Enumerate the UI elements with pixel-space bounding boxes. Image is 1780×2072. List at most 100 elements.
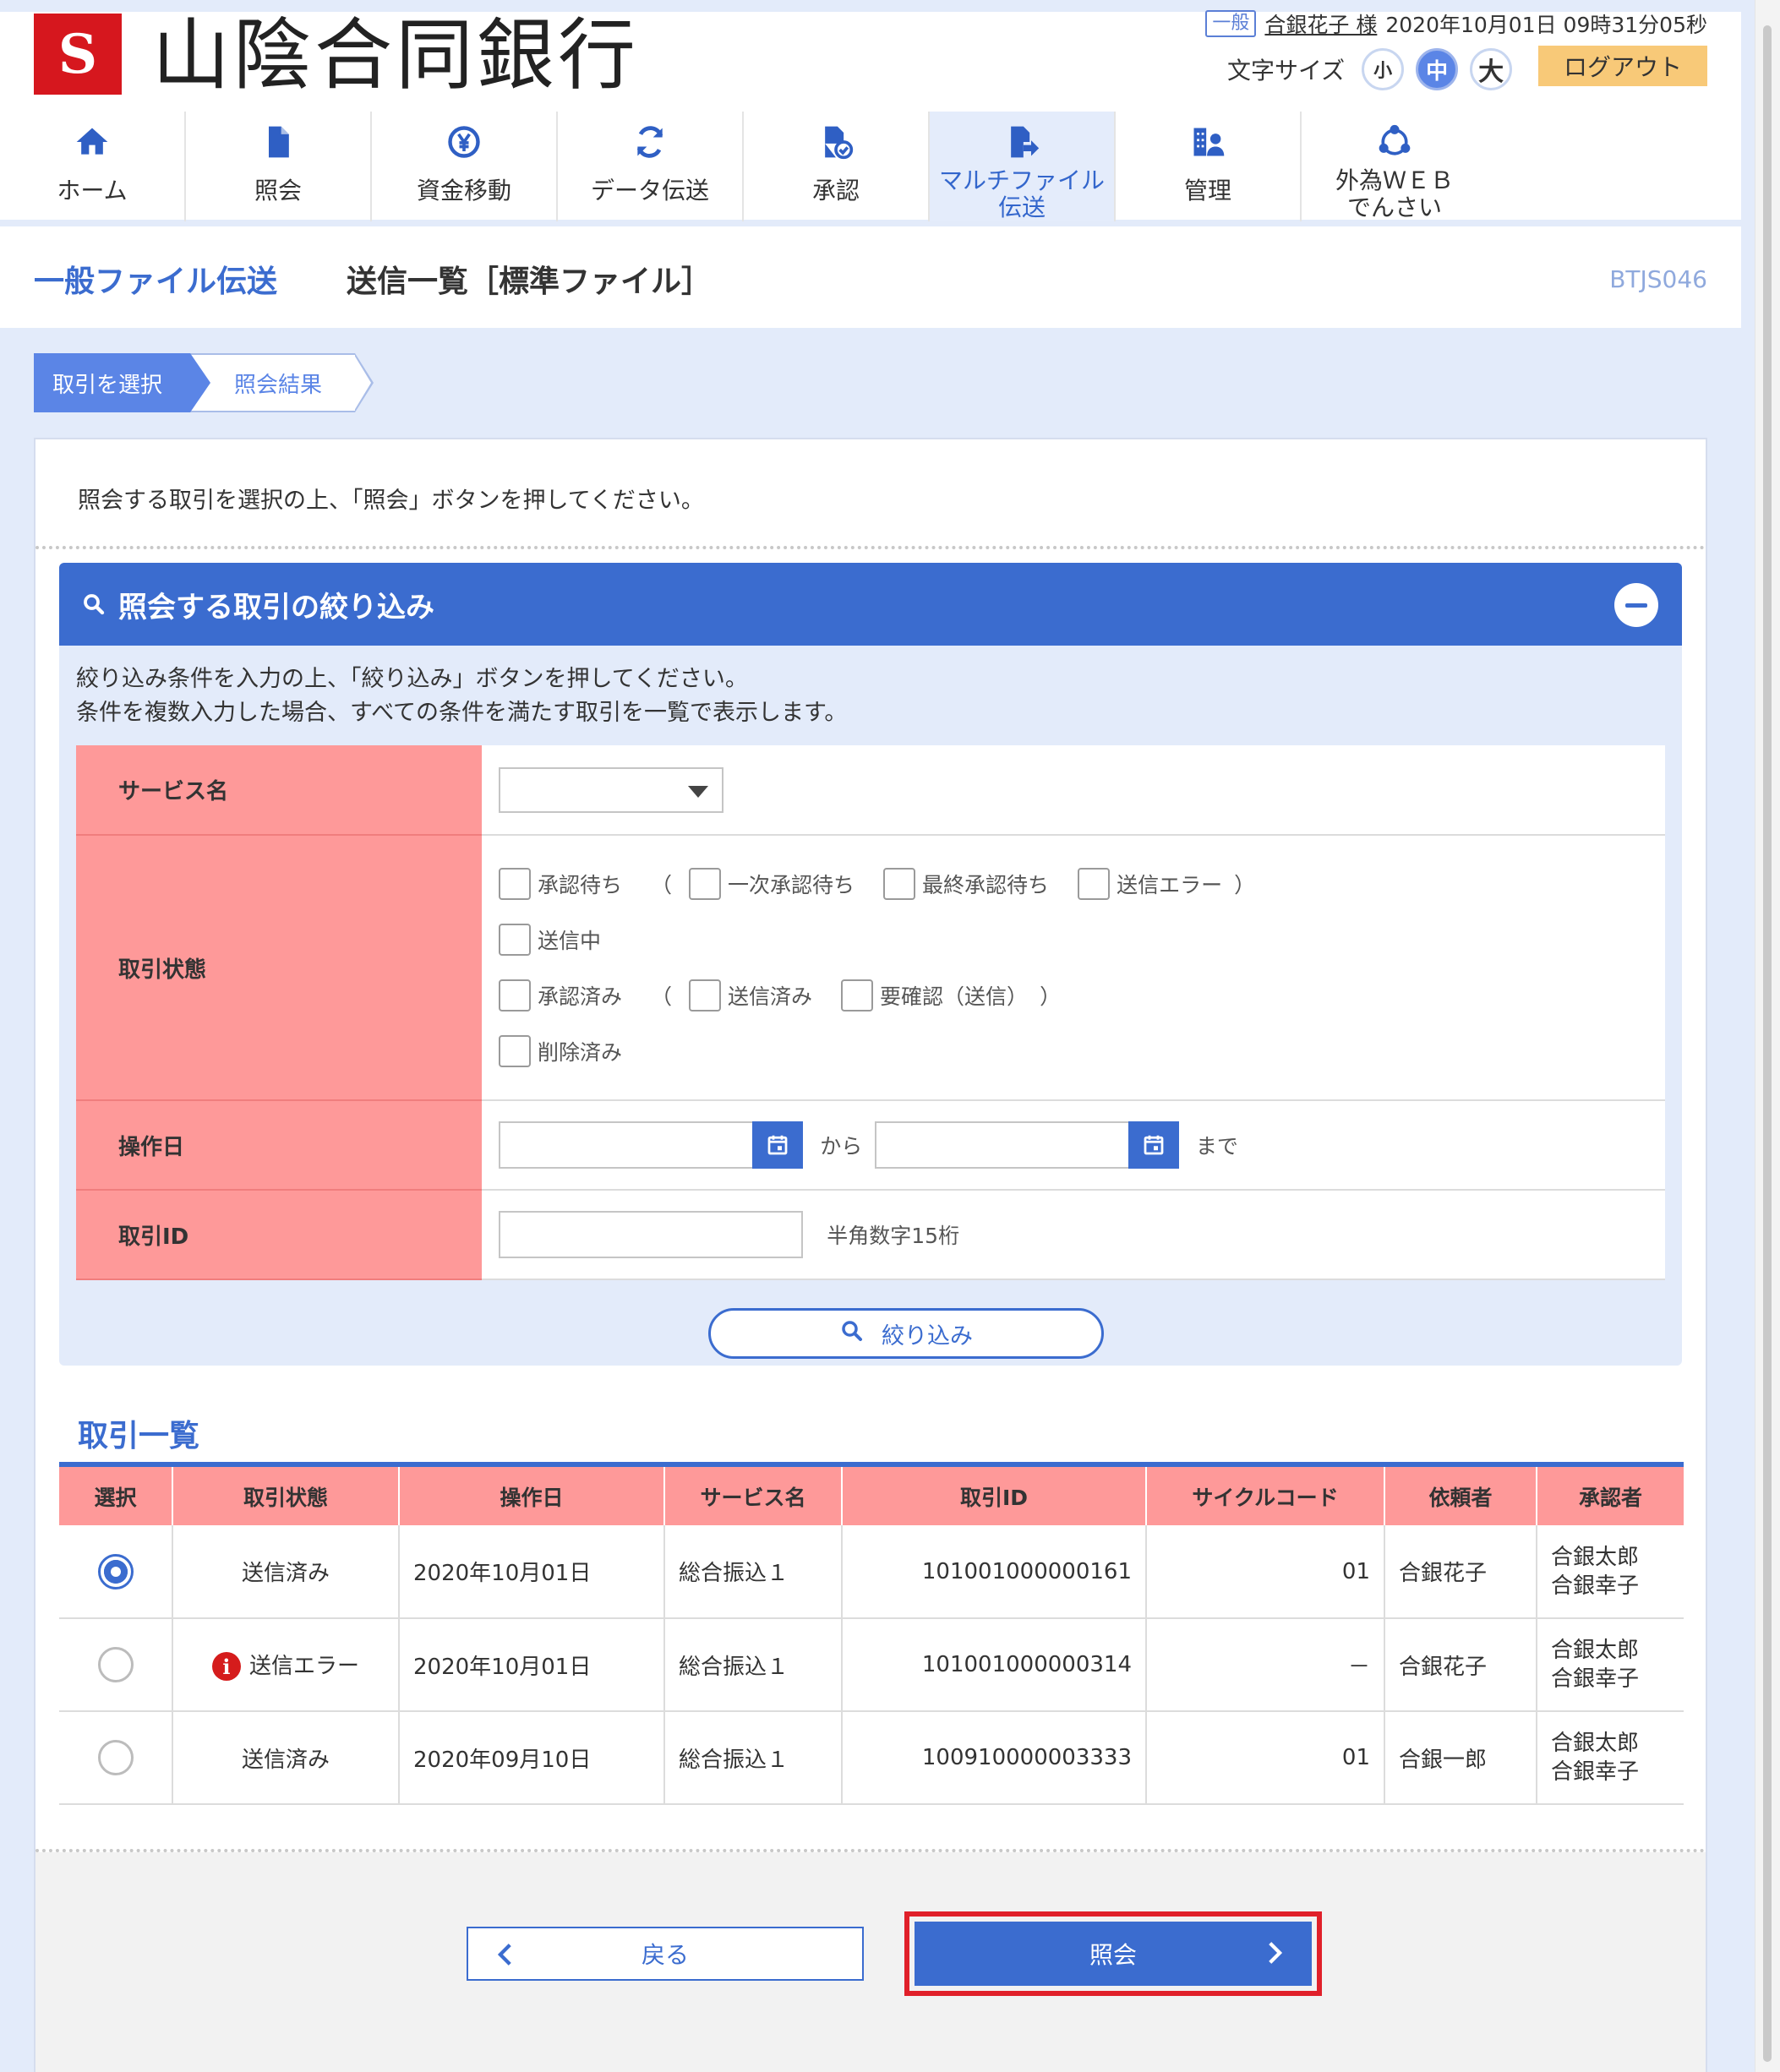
checkbox-sending[interactable]: 送信中 [499,924,601,956]
font-size-small-button[interactable]: 小 [1362,48,1405,90]
filter-button[interactable]: 絞り込み [708,1308,1104,1359]
table-row[interactable]: 送信済み 2020年10月01日 総合振込１ 101001000000161 0… [59,1525,1684,1619]
user-name-link[interactable]: 合銀花子 様 [1264,8,1377,39]
checkbox-send-error[interactable]: 送信エラー [1078,868,1222,900]
approver-name: 合銀太郎 [1551,1731,1640,1756]
checkbox-sent[interactable]: 送信済み [689,979,812,1011]
main-card: 照会する取引を選択の上、「照会」ボタンを押してください。 照会する取引の絞り込み… [34,438,1707,2072]
transaction-list-title: 取引一覧 [78,1419,200,1453]
bank-logo: S [34,14,122,95]
calendar-icon[interactable] [1128,1121,1179,1169]
approver-name: 合銀幸子 [1551,1573,1640,1599]
user-info: 一般 合銀花子 様 2020年10月01日 09時31分05秒 [1205,8,1707,39]
approver-name: 合銀太郎 [1551,1638,1640,1663]
col-requester: 依頼者 [1384,1464,1537,1525]
paren-open: （ [651,984,673,1009]
document-icon [259,123,297,161]
filter-button-label: 絞り込み [882,1322,973,1350]
col-select: 選択 [59,1464,173,1525]
table-row[interactable]: 送信済み 2020年09月10日 総合振込１ 100910000003333 0… [59,1711,1684,1805]
date-to-suffix: まで [1195,1134,1238,1159]
select-cell [59,1711,173,1805]
nav-multi-file-transfer[interactable]: マルチファイル 伝送 [930,112,1116,221]
transaction-id-label: 取引ID [76,1190,482,1280]
font-size-medium-button[interactable]: 中 [1416,48,1459,90]
filter-row-status: 取引状態 承認待ち （ 一次承認待ち 最終承認待ち 送信エラー ） 送信中 承認… [76,835,1665,1101]
screen-code: BTJS046 [1609,265,1707,293]
checkbox-box [499,979,531,1011]
font-size-large-button[interactable]: 大 [1470,48,1513,90]
filter-header[interactable]: 照会する取引の絞り込み [59,563,1682,646]
inquiry-button[interactable]: 照会 [915,1922,1312,1986]
service-label: サービス名 [76,745,482,836]
filter-description: 絞り込み条件を入力の上、「絞り込み」ボタンを押してください。 条件を複数入力した… [76,662,847,730]
date-cell: 2020年09月10日 [399,1711,665,1805]
home-icon [74,123,111,161]
service-cell: 総合振込１ [664,1711,843,1805]
checkbox-final-pending-label: 最終承認待ち [922,873,1050,897]
font-size-switcher: 文字サイズ 小 中 大 [1227,44,1513,95]
date-cell: 2020年10月01日 [399,1618,665,1712]
paren-close: ） [1040,984,1062,1009]
checkbox-approved[interactable]: 承認済み [499,979,622,1011]
status-line-1: 承認待ち （ 一次承認待ち 最終承認待ち 送信エラー ） [499,856,1665,912]
checkbox-box [689,979,722,1011]
transaction-id-cell: 100910000003333 [842,1711,1147,1805]
nav-forex-web-label: 外為ＷＥＢ でんさい [1335,166,1454,221]
chevron-left-icon [492,1940,521,1975]
checkbox-first-pending[interactable]: 一次承認待ち [689,868,855,900]
checkbox-box [499,1035,531,1067]
collapse-button[interactable] [1614,583,1658,627]
nav-data-transmission-label: データ伝送 [590,177,709,204]
approver-name: 合銀幸子 [1551,1759,1640,1785]
checkbox-deleted[interactable]: 削除済み [499,1035,622,1067]
scrollbar-thumb[interactable] [1763,25,1772,2062]
filter-row-date: 操作日 から まで [76,1100,1665,1191]
nav-approval[interactable]: 承認 [744,112,930,221]
checkbox-box [883,868,916,900]
nav-data-transmission[interactable]: データ伝送 [558,112,744,221]
checkbox-deleted-label: 削除済み [538,1040,623,1065]
nav-home[interactable]: ホーム [0,112,186,221]
requester-cell: 合銀花子 [1384,1618,1537,1712]
cycle-code-cell: 01 [1146,1711,1385,1805]
step-inquiry-result: 照会結果 [190,353,374,412]
back-button-label: 戻る [641,1941,689,1969]
transaction-id-input[interactable] [499,1211,803,1258]
nav-approval-label: 承認 [811,177,860,204]
step-select-transaction: 取引を選択 [34,353,210,412]
select-radio[interactable] [97,1647,134,1682]
dotted-divider [35,546,1706,549]
service-select[interactable] [499,766,723,813]
nav-multi-file-transfer-label: マルチファイル 伝送 [938,166,1105,221]
checkbox-final-pending[interactable]: 最終承認待ち [883,868,1049,900]
date-cell: から まで [482,1100,1665,1191]
service-cell: 総合振込１ [664,1618,843,1712]
select-cell [59,1618,173,1712]
select-radio[interactable] [97,1740,134,1775]
sync-icon [631,123,669,161]
date-from-input[interactable] [499,1121,752,1169]
chevron-right-icon [1259,1938,1288,1973]
nav-inquiry[interactable]: 照会 [186,112,372,221]
nav-management[interactable]: 管理 [1116,112,1302,221]
vertical-scrollbar[interactable] [1755,0,1780,2072]
checkbox-needs-check[interactable]: 要確認（送信） [841,979,1028,1011]
checkbox-pending[interactable]: 承認待ち [499,868,622,900]
calendar-icon[interactable] [752,1121,803,1169]
checkbox-first-pending-label: 一次承認待ち [728,873,855,897]
col-transaction-id: 取引ID [842,1464,1147,1525]
requester-cell: 合銀花子 [1384,1525,1537,1619]
status-cell: 送信済み [172,1525,400,1619]
back-button[interactable]: 戻る [467,1927,864,1981]
nav-fund-transfer-label: 資金移動 [416,177,511,204]
page-title: 送信一覧［標準ファイル］ [347,264,713,299]
nav-forex-web[interactable]: 外為ＷＥＢ でんさい [1302,112,1488,221]
select-radio[interactable] [97,1553,134,1589]
logout-button[interactable]: ログアウト [1538,46,1707,86]
table-row[interactable]: i 送信エラー 2020年10月01日 総合振込１ 101001000000314… [59,1618,1684,1712]
date-to-input[interactable] [874,1121,1128,1169]
bank-name: 山陰合同銀行 [152,10,640,101]
approver-cell: 合銀太郎 合銀幸子 [1537,1525,1684,1619]
nav-fund-transfer[interactable]: 資金移動 [372,112,558,221]
